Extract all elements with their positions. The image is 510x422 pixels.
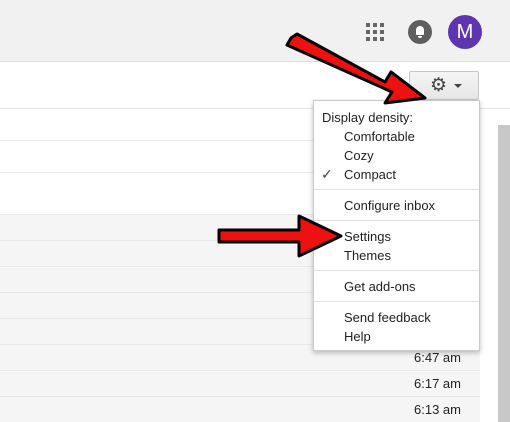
- mail-time: 6:13 am: [414, 402, 461, 417]
- menu-item-cozy[interactable]: Cozy: [314, 146, 479, 165]
- mail-time: 6:17 am: [414, 376, 461, 391]
- menu-divider: [314, 301, 479, 302]
- menu-item-compact[interactable]: ✓ Compact: [314, 165, 479, 184]
- annotation-arrow-to-settings: [217, 214, 343, 258]
- chevron-down-icon: [454, 84, 462, 88]
- annotation-arrow-to-gear: [285, 32, 427, 105]
- menu-item-comfortable[interactable]: Comfortable: [314, 127, 479, 146]
- menu-item-compact-label: Compact: [344, 167, 397, 182]
- account-avatar[interactable]: M: [448, 15, 482, 49]
- mail-time: 6:47 am: [414, 350, 461, 365]
- menu-item-send-feedback[interactable]: Send feedback: [314, 308, 479, 327]
- density-heading: Display density:: [322, 110, 414, 125]
- top-header-bar: M: [0, 0, 510, 62]
- menu-item-get-addons[interactable]: Get add-ons: [314, 277, 479, 296]
- checkmark-icon: ✓: [321, 166, 333, 182]
- gear-icon: ⚙: [430, 75, 448, 96]
- mail-row[interactable]: 6:13 am: [0, 397, 480, 422]
- menu-item-help[interactable]: Help: [314, 327, 479, 346]
- mail-row[interactable]: 6:17 am: [0, 371, 480, 397]
- scrollbar[interactable]: [498, 125, 510, 422]
- menu-divider: [314, 270, 479, 271]
- menu-divider: [314, 189, 479, 190]
